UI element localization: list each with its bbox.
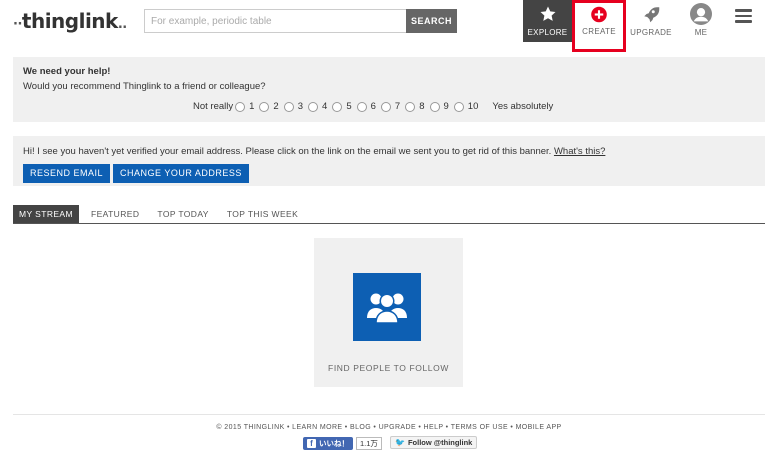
rating-scale: Not really 1 2 3 4 5 6 7 8 9 10 Yes abso… bbox=[193, 101, 553, 112]
avatar-icon bbox=[690, 3, 712, 25]
rocket-icon bbox=[644, 7, 660, 23]
nav-upgrade[interactable]: UPGRADE bbox=[628, 0, 674, 42]
nav-create-label: CREATE bbox=[582, 27, 616, 36]
verify-message: Hi! I see you haven't yet verified your … bbox=[23, 146, 606, 157]
radio-button[interactable] bbox=[308, 101, 319, 112]
nav-me-label: ME bbox=[694, 28, 708, 37]
nav-create[interactable]: CREATE bbox=[572, 0, 626, 52]
rating-option[interactable]: 10 bbox=[453, 101, 478, 112]
people-group-icon[interactable] bbox=[353, 273, 421, 341]
nav-explore[interactable]: EXPLORE bbox=[523, 0, 572, 42]
rating-high-label: Yes absolutely bbox=[492, 101, 554, 112]
twitter-bird-icon: 🐦 bbox=[395, 438, 405, 447]
facebook-like-count: 1.1万 bbox=[356, 436, 382, 450]
hamburger-menu-icon[interactable] bbox=[735, 9, 752, 23]
thinglink-logo[interactable]: ··thinglink.. bbox=[13, 9, 127, 33]
verify-buttons: RESEND EMAIL CHANGE YOUR ADDRESS bbox=[23, 164, 755, 183]
survey-panel: We need your help! Would you recommend T… bbox=[13, 57, 765, 122]
footer-links[interactable]: © 2015 THINGLINK • LEARN MORE • BLOG • U… bbox=[0, 424, 778, 431]
radio-button[interactable] bbox=[259, 101, 270, 112]
rating-option[interactable]: 1 bbox=[235, 101, 254, 112]
rating-option[interactable]: 5 bbox=[332, 101, 352, 112]
search-button[interactable]: SEARCH bbox=[406, 9, 457, 33]
facebook-like-widget[interactable]: f いいね！ 1.1万 bbox=[303, 436, 382, 450]
rating-option[interactable]: 4 bbox=[308, 101, 327, 112]
rating-option[interactable]: 7 bbox=[380, 101, 400, 112]
survey-question: Would you recommend Thinglink to a frien… bbox=[23, 81, 266, 92]
resend-email-button[interactable]: RESEND EMAIL bbox=[23, 164, 111, 183]
rating-option[interactable]: 6 bbox=[356, 101, 376, 112]
search-input[interactable] bbox=[144, 9, 406, 33]
find-people-label: FIND PEOPLE TO FOLLOW bbox=[328, 363, 449, 373]
facebook-icon: f bbox=[307, 438, 316, 448]
find-people-card[interactable]: FIND PEOPLE TO FOLLOW bbox=[314, 238, 463, 387]
verify-email-banner: Hi! I see you haven't yet verified your … bbox=[13, 136, 765, 186]
radio-button[interactable] bbox=[380, 101, 391, 112]
search-bar: SEARCH bbox=[144, 9, 457, 33]
nav-me[interactable]: ME bbox=[683, 0, 719, 42]
rating-option[interactable]: 2 bbox=[259, 101, 279, 112]
twitter-follow-button[interactable]: 🐦 Follow @thinglink bbox=[390, 436, 478, 449]
radio-button[interactable] bbox=[405, 101, 416, 112]
radio-button[interactable] bbox=[332, 101, 343, 112]
rating-option[interactable]: 9 bbox=[429, 101, 449, 112]
rating-option[interactable]: 3 bbox=[283, 101, 303, 112]
nav-explore-label: EXPLORE bbox=[527, 28, 568, 37]
tab-my-stream[interactable]: MY STREAM bbox=[13, 205, 79, 223]
radio-button[interactable] bbox=[356, 101, 367, 112]
stream-tabs: MY STREAM FEATURED TOP TODAY TOP THIS WE… bbox=[13, 205, 765, 224]
footer-divider bbox=[13, 414, 765, 415]
radio-button[interactable] bbox=[283, 101, 294, 112]
radio-button[interactable] bbox=[235, 101, 246, 112]
radio-button[interactable] bbox=[429, 101, 440, 112]
change-address-button[interactable]: CHANGE YOUR ADDRESS bbox=[113, 164, 249, 183]
tab-top-this-week[interactable]: TOP THIS WEEK bbox=[221, 205, 304, 223]
star-icon bbox=[540, 6, 555, 21]
rating-low-label: Not really bbox=[193, 101, 234, 112]
facebook-like-button[interactable]: f いいね！ bbox=[303, 436, 353, 450]
nav-upgrade-label: UPGRADE bbox=[630, 28, 672, 37]
tab-top-today[interactable]: TOP TODAY bbox=[151, 205, 214, 223]
plus-circle-icon bbox=[591, 6, 607, 23]
header: ··thinglink.. SEARCH EXPLORE CREATE UPGR… bbox=[0, 0, 778, 52]
survey-title: We need your help! bbox=[23, 66, 111, 77]
whats-this-link[interactable]: What's this? bbox=[554, 146, 605, 157]
tab-featured[interactable]: FEATURED bbox=[85, 205, 145, 223]
radio-button[interactable] bbox=[453, 101, 464, 112]
rating-option[interactable]: 8 bbox=[405, 101, 425, 112]
